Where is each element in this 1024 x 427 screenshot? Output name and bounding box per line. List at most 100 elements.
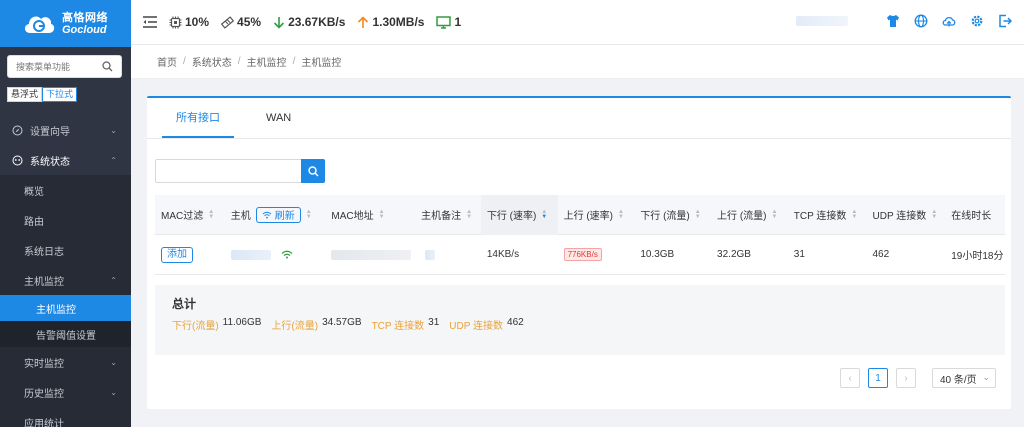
menu-item-setup-wizard[interactable]: 设置向导 ⌄	[0, 115, 131, 145]
tab-wan[interactable]: WAN	[252, 98, 305, 138]
menu-item-system-status[interactable]: 系统状态 ⌃	[0, 145, 131, 175]
cpu-value: 10%	[185, 15, 210, 29]
sort-icon[interactable]: ▲ ▼	[931, 209, 937, 220]
sort-icon[interactable]: ▲ ▼	[208, 209, 214, 220]
globe-icon[interactable]	[914, 14, 928, 28]
col-host[interactable]: 主机 刷新 ▲ ▼	[225, 195, 326, 235]
chevron-up-icon: ⌃	[110, 156, 117, 165]
cloud-upload-icon[interactable]	[942, 14, 956, 28]
col-down-rate[interactable]: 下行 (速率) ▲ ▼	[480, 195, 558, 235]
table-row: 添加 14KB/s 776KB/s 10.3GB 32.2GB 31 462 1…	[155, 235, 1005, 275]
online-hosts-stat: 1	[436, 15, 461, 29]
wifi-icon	[262, 211, 272, 218]
summary-up-value: 34.57GB	[322, 317, 362, 328]
pagination: ‹ 1 › 40 条/页 ⌄	[832, 368, 996, 388]
col-mac[interactable]: MAC地址 ▲ ▼	[325, 195, 415, 235]
sidebar-item-syslog[interactable]: 系统日志	[0, 235, 131, 265]
breadcrumb-home[interactable]: 首页	[157, 54, 177, 69]
table-header: MAC过滤 ▲ ▼ 主机 刷新 ▲ ▼ MAC地址 ▲ ▼ 主机备注 ▲ ▼ 下…	[155, 195, 1005, 235]
sidebar-item-alert-threshold[interactable]: 告警阈值设置	[0, 321, 131, 347]
sidebar-item-host-monitor-page[interactable]: 主机监控	[0, 295, 131, 321]
sidebar-item-host-monitor[interactable]: 主机监控 ⌃	[0, 265, 131, 295]
sort-icon[interactable]: ▲ ▼	[379, 209, 385, 220]
chevron-up-icon: ⌃	[110, 275, 117, 285]
search-icon	[307, 165, 318, 176]
arrow-down-icon	[273, 16, 285, 29]
sort-icon[interactable]: ▲ ▼	[306, 209, 312, 220]
summary-down-value: 11.06GB	[222, 317, 262, 328]
col-udp[interactable]: UDP 连接数 ▲ ▼	[867, 195, 946, 235]
sort-icon[interactable]: ▲ ▼	[618, 209, 624, 220]
chevron-down-icon: ⌄	[110, 126, 117, 135]
upload-speed: 1.30MB/s	[372, 15, 425, 29]
sidebar-item-route[interactable]: 路由	[0, 205, 131, 235]
logout-icon[interactable]	[998, 14, 1012, 28]
sort-icon[interactable]: ▲ ▼	[772, 209, 778, 220]
wifi-icon	[281, 250, 293, 259]
sort-icon[interactable]: ▲ ▼	[695, 209, 701, 220]
summary-row: 下行(流量) 11.06GB 上行(流量) 34.57GB TCP 连接数 31…	[172, 317, 1005, 332]
tab-all-interfaces[interactable]: 所有接口	[162, 98, 234, 138]
col-note[interactable]: 主机备注 ▲ ▼	[415, 195, 481, 235]
brand-logo[interactable]: 高恪网络 Gocloud	[0, 0, 131, 47]
search-icon[interactable]	[102, 61, 113, 72]
brand-name-cn: 高恪网络	[62, 11, 108, 24]
summary-panel: 总计 下行(流量) 11.06GB 上行(流量) 34.57GB TCP 连接数…	[155, 285, 1005, 355]
col-online[interactable]: 在线时长	[945, 195, 1005, 235]
top-bar: 10% 45% 23.67KB/s 1.30MB/s 1	[131, 0, 1024, 45]
sidebar-item-overview[interactable]: 概览	[0, 175, 131, 205]
chevron-down-icon: ⌄	[110, 357, 117, 367]
gear-icon[interactable]	[970, 14, 984, 28]
menu-mode-switch: 悬浮式 下拉式	[7, 87, 78, 102]
menu-collapse-icon[interactable]	[143, 16, 157, 28]
col-up-flow[interactable]: 上行 (流量) ▲ ▼	[711, 195, 788, 235]
memory-icon	[221, 15, 235, 29]
mode-dropdown-button[interactable]: 下拉式	[42, 87, 78, 102]
menu-label: 实时监控	[24, 358, 64, 370]
sidebar-item-history[interactable]: 历史监控 ⌄	[0, 377, 131, 407]
summary-up-label: 上行(流量)	[271, 321, 319, 332]
sidebar-item-realtime[interactable]: 实时监控 ⌄	[0, 347, 131, 377]
refresh-button[interactable]: 刷新	[255, 206, 301, 223]
arrow-up-icon	[358, 15, 369, 28]
summary-udp-label: UDP 连接数	[449, 321, 504, 332]
mode-floating-button[interactable]: 悬浮式	[7, 87, 43, 102]
cell-down-flow: 10.3GB	[640, 249, 675, 260]
page-size-select[interactable]: 40 条/页 ⌄	[932, 368, 996, 388]
menu-label: 应用统计	[24, 418, 64, 427]
sidebar-item-app-stats[interactable]: 应用统计	[0, 407, 131, 427]
download-stat: 23.67KB/s	[273, 15, 345, 29]
sort-desc-icon[interactable]: ▲ ▼	[541, 209, 547, 220]
col-down-flow[interactable]: 下行 (流量) ▲ ▼	[634, 195, 711, 235]
user-account[interactable]	[796, 16, 848, 26]
interface-tabs: 所有接口 WAN	[162, 98, 323, 138]
host-search-input[interactable]	[155, 159, 301, 183]
breadcrumb-host-monitor[interactable]: 主机监控	[247, 54, 287, 69]
breadcrumb-system-status[interactable]: 系统状态	[192, 54, 232, 69]
shirt-icon[interactable]	[886, 14, 900, 28]
summary-tcp-label: TCP 连接数	[371, 321, 425, 332]
add-mac-filter-button[interactable]: 添加	[161, 246, 193, 263]
summary-tcp-value: 31	[428, 317, 440, 328]
col-mac-filter[interactable]: MAC过滤 ▲ ▼	[155, 195, 225, 235]
chevron-down-icon: ⌄	[982, 372, 990, 382]
online-hosts-count: 1	[454, 15, 462, 29]
host-name-redacted	[230, 249, 271, 260]
dashboard-icon	[12, 155, 23, 165]
host-note-redacted[interactable]	[425, 249, 436, 260]
menu-label: 历史监控	[24, 388, 64, 400]
menu-search	[7, 55, 122, 78]
sort-icon[interactable]: ▲ ▼	[851, 209, 857, 220]
page-number-button[interactable]: 1	[868, 368, 888, 388]
summary-title: 总计	[172, 297, 197, 311]
col-tcp[interactable]: TCP 连接数 ▲ ▼	[788, 195, 867, 235]
host-search-button[interactable]	[301, 159, 325, 183]
prev-page-button[interactable]: ‹	[840, 368, 860, 388]
menu-search-input[interactable]	[8, 56, 98, 77]
col-up-rate[interactable]: 上行 (速率) ▲ ▼	[558, 195, 635, 235]
mac-address-redacted	[331, 249, 412, 260]
sort-icon[interactable]: ▲ ▼	[466, 209, 472, 220]
next-page-button[interactable]: ›	[896, 368, 916, 388]
monitor-icon	[436, 15, 452, 29]
cell-tcp: 31	[793, 249, 805, 260]
